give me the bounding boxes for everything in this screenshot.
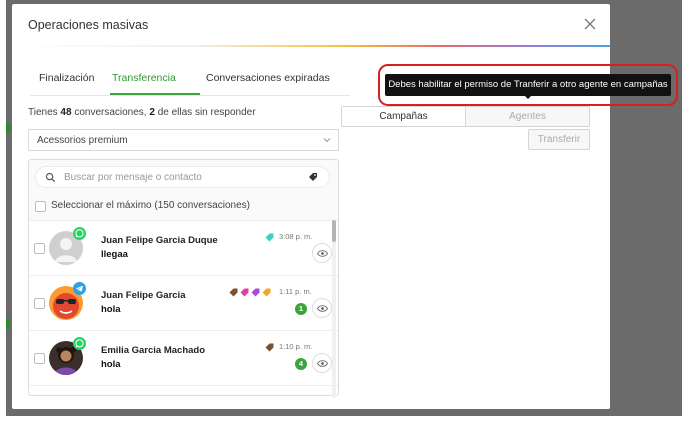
row-checkbox[interactable] xyxy=(34,353,45,364)
tag-icon xyxy=(265,343,274,352)
conversation-panel: Seleccionar el máximo (150 conversacione… xyxy=(28,159,339,396)
modal-header: Operaciones masivas xyxy=(12,4,610,46)
unread-count-badge: 1 xyxy=(295,303,307,315)
segment-agents[interactable]: Agentes xyxy=(465,106,590,127)
close-icon[interactable] xyxy=(582,16,598,32)
eye-icon xyxy=(317,360,328,367)
segment-campaigns[interactable]: Campañas xyxy=(341,106,466,127)
search-icon xyxy=(45,172,56,183)
tab-finalizacion[interactable]: Finalización xyxy=(39,72,94,84)
list-scrollbar[interactable] xyxy=(332,220,336,398)
last-message: hola xyxy=(101,359,121,370)
view-conversation-button[interactable] xyxy=(312,298,332,318)
telegram-icon xyxy=(73,282,86,295)
summary-total: 48 xyxy=(60,107,72,118)
chevron-down-icon xyxy=(323,138,331,143)
whatsapp-icon xyxy=(73,227,86,240)
scrollbar-thumb[interactable] xyxy=(332,220,336,242)
tag-filter-icon[interactable] xyxy=(307,171,319,183)
tooltip-arrow xyxy=(524,95,532,99)
message-time: 1:11 p. m. xyxy=(279,287,312,296)
mass-operations-modal: Operaciones masivas Finalización Transfe… xyxy=(12,4,610,409)
tag-icon xyxy=(240,288,249,297)
message-time: 3:08 p. m. xyxy=(279,232,313,241)
tab-transferencia[interactable]: Transferencia xyxy=(112,72,176,84)
view-conversation-button[interactable] xyxy=(312,243,332,263)
list-item[interactable]: Juan Felipe Garcia Duque llegaa 3:08 p. … xyxy=(29,221,338,276)
active-tab-indicator xyxy=(110,93,200,95)
permission-tooltip: Debes habilitar el permiso de Tranferir … xyxy=(385,74,671,96)
select-all-checkbox[interactable] xyxy=(35,201,46,212)
conversation-summary: Tienes 48 conversaciones, 2 de ellas sin… xyxy=(28,107,256,118)
row-checkbox[interactable] xyxy=(34,243,45,254)
summary-suffix: de ellas sin responder xyxy=(154,107,256,118)
tag-icon xyxy=(229,288,238,297)
tag-icon xyxy=(265,233,274,242)
header-gradient-divider xyxy=(12,45,610,47)
whatsapp-icon xyxy=(73,337,86,350)
background-indicator xyxy=(6,122,10,134)
contact-name: Juan Felipe Garcia xyxy=(101,290,186,301)
eye-icon xyxy=(317,305,328,312)
background-indicator xyxy=(6,318,10,330)
conversation-list: Juan Felipe Garcia Duque llegaa 3:08 p. … xyxy=(29,220,338,395)
eye-icon xyxy=(317,250,328,257)
list-item[interactable]: Emilia Garcia Machado hola 1:10 p. m. 4 xyxy=(29,331,338,386)
tabs-bar: Finalización Transferencia Conversacione… xyxy=(30,68,350,96)
search-bar xyxy=(35,166,330,188)
summary-prefix: Tienes xyxy=(28,107,61,118)
last-message: hola xyxy=(101,304,121,315)
view-conversation-button[interactable] xyxy=(312,353,332,373)
contact-name: Juan Felipe Garcia Duque xyxy=(101,235,218,246)
campaign-select-value: Acessorios premium xyxy=(37,135,128,146)
summary-middle: conversaciones, xyxy=(71,107,150,118)
select-all-row[interactable]: Seleccionar el máximo (150 conversacione… xyxy=(35,198,335,216)
select-all-label: Seleccionar el máximo (150 conversacione… xyxy=(51,200,250,211)
last-message: llegaa xyxy=(101,249,128,260)
tag-icon xyxy=(262,288,271,297)
tab-conversaciones-expiradas[interactable]: Conversaciones expiradas xyxy=(206,72,330,84)
search-input[interactable] xyxy=(64,170,294,185)
message-time: 1:10 p. m. xyxy=(279,342,313,351)
list-item[interactable]: Juan Felipe Garcia hola 1:11 p. m. 1 xyxy=(29,276,338,331)
tag-icon xyxy=(251,288,260,297)
row-checkbox[interactable] xyxy=(34,298,45,309)
modal-title: Operaciones masivas xyxy=(28,18,149,32)
unread-count-badge: 4 xyxy=(295,358,307,370)
transfer-button[interactable]: Transferir xyxy=(528,129,590,150)
contact-name: Emilia Garcia Machado xyxy=(101,345,206,356)
campaign-select[interactable]: Acessorios premium xyxy=(28,129,339,151)
